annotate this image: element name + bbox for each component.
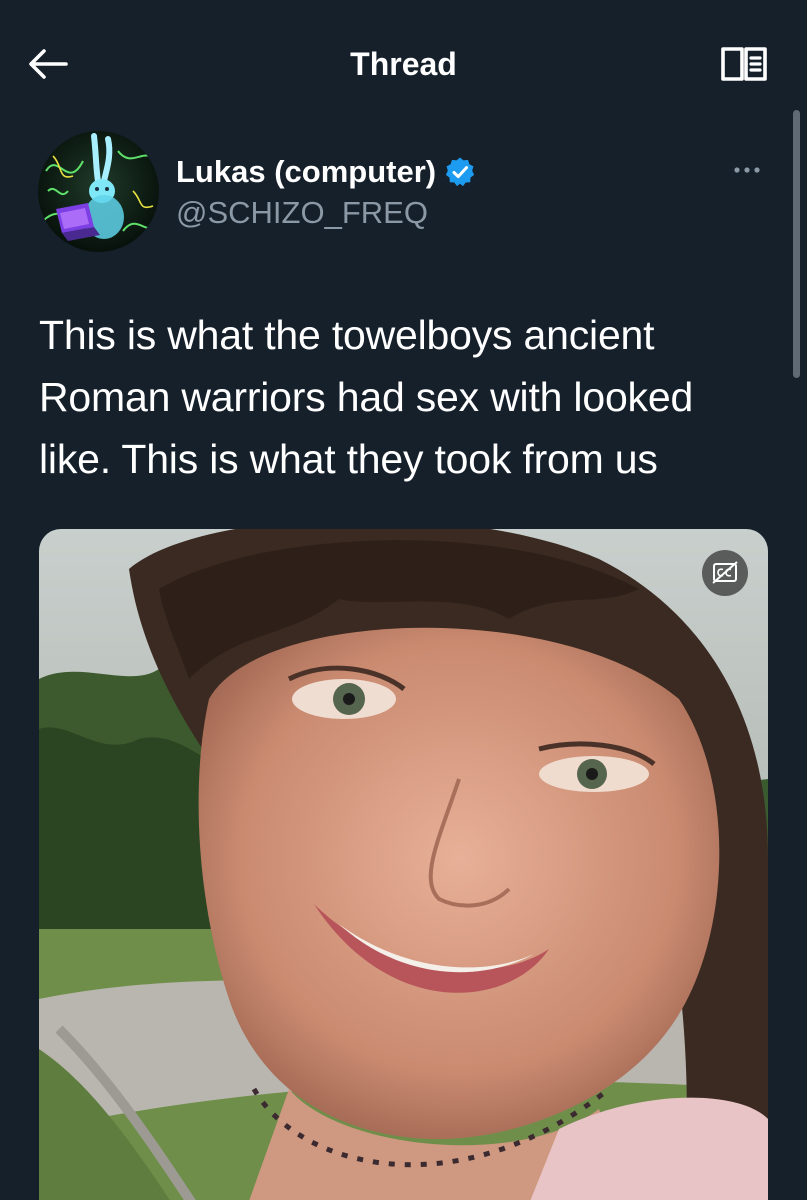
author-avatar[interactable] [38, 131, 159, 252]
tweet-text-line: Roman warriors had sex with looked [39, 374, 694, 420]
closed-captions-button[interactable] [702, 550, 748, 596]
closed-captions-off-icon [712, 561, 738, 584]
top-bar: Thread [0, 0, 807, 128]
video-frame [39, 529, 768, 1200]
author-name: Lukas (computer) [176, 154, 437, 189]
reader-mode-button[interactable] [719, 45, 769, 83]
more-options-button[interactable] [724, 155, 770, 185]
tweet-text-line: like. This is what they took from us [39, 436, 658, 482]
tweet-video[interactable] [39, 529, 768, 1200]
thread-page: Thread Lukas (computer) @SCHIZO_FREQ Thi… [0, 0, 807, 1200]
rabbit-avatar-icon [38, 131, 159, 252]
scrollbar[interactable] [793, 110, 800, 378]
author-name-row[interactable]: Lukas (computer) [176, 151, 476, 193]
author-handle[interactable]: @SCHIZO_FREQ [176, 193, 428, 233]
verified-badge-icon [446, 157, 475, 187]
tweet-text-line: This is what the towelboys ancient [39, 312, 655, 358]
reader-mode-icon [721, 47, 767, 81]
page-title: Thread [350, 46, 457, 82]
tweet-text: This is what the towelboys ancient Roman… [39, 304, 779, 490]
more-horizontal-icon [734, 167, 760, 173]
